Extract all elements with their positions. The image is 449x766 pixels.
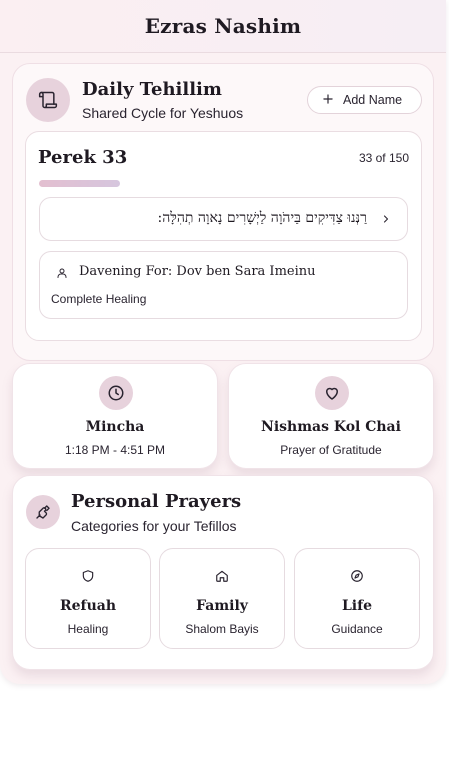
davening-reason: Complete Healing: [51, 292, 147, 306]
category-title: Life: [341, 598, 373, 614]
mincha-title: Mincha: [85, 419, 145, 435]
perek-count: 33 of 150: [358, 151, 409, 165]
shield-icon: [26, 569, 150, 583]
category-family[interactable]: Family Shalom Bayis: [159, 548, 285, 649]
app-title: Ezras Nashim: [144, 14, 302, 38]
personal-prayers-subtitle: Categories for your Tefillos: [71, 518, 237, 534]
add-name-button[interactable]: Add Name: [307, 86, 422, 114]
compass-icon: [295, 569, 419, 583]
category-title: Family: [196, 598, 248, 614]
praying-hands-icon: [26, 495, 60, 529]
category-subtitle: Healing: [67, 622, 109, 636]
app-container: Ezras Nashim Daily Tehillim Shared Cycle…: [0, 0, 446, 684]
category-refuah[interactable]: Refuah Healing: [25, 548, 151, 649]
category-title: Refuah: [60, 598, 116, 614]
category-subtitle: Guidance: [331, 622, 383, 636]
davening-for-name: Davening For: Dov ben Sara Imeinu: [79, 264, 316, 279]
perek-panel: Perek 33 33 of 150 רַנְּנוּ צַדִּיקִים ב…: [25, 131, 422, 341]
add-name-label: Add Name: [343, 93, 403, 107]
personal-prayers-card: Personal Prayers Categories for your Tef…: [12, 475, 434, 670]
personal-prayers-title: Personal Prayers: [71, 491, 242, 512]
perek-title: Perek 33: [38, 147, 128, 168]
scroll-icon: [26, 78, 70, 122]
nishmas-title: Nishmas Kol Chai: [261, 419, 401, 435]
verse-row[interactable]: רַנְּנוּ צַדִּיקִים בַּיהֹוָה לַיְשָׁרִי…: [39, 197, 408, 241]
category-subtitle: Shalom Bayis: [185, 622, 259, 636]
mincha-time: 1:18 PM - 4:51 PM: [64, 443, 166, 457]
heart-icon: [315, 376, 349, 410]
header: Ezras Nashim: [0, 0, 446, 53]
perek-progress-bar: [39, 180, 120, 187]
plus-icon: [321, 92, 335, 109]
clock-icon: [99, 376, 133, 410]
category-life[interactable]: Life Guidance: [294, 548, 420, 649]
nishmas-card[interactable]: Nishmas Kol Chai Prayer of Gratitude: [228, 363, 434, 469]
verse-text: רַנְּנוּ צַדִּיקִים בַּיהֹוָה לַיְשָׁרִי…: [157, 210, 367, 226]
user-icon: [56, 266, 68, 284]
nishmas-subtitle: Prayer of Gratitude: [280, 443, 382, 457]
chevron-right-icon[interactable]: [380, 212, 392, 231]
daily-tehillim-card: Daily Tehillim Shared Cycle for Yeshuos …: [12, 63, 434, 361]
davening-for-panel: Davening For: Dov ben Sara Imeinu Comple…: [39, 251, 408, 319]
home-icon: [160, 569, 284, 583]
mincha-card[interactable]: Mincha 1:18 PM - 4:51 PM: [12, 363, 218, 469]
tehillim-subtitle: Shared Cycle for Yeshuos: [82, 105, 244, 121]
tehillim-title: Daily Tehillim: [82, 79, 222, 100]
